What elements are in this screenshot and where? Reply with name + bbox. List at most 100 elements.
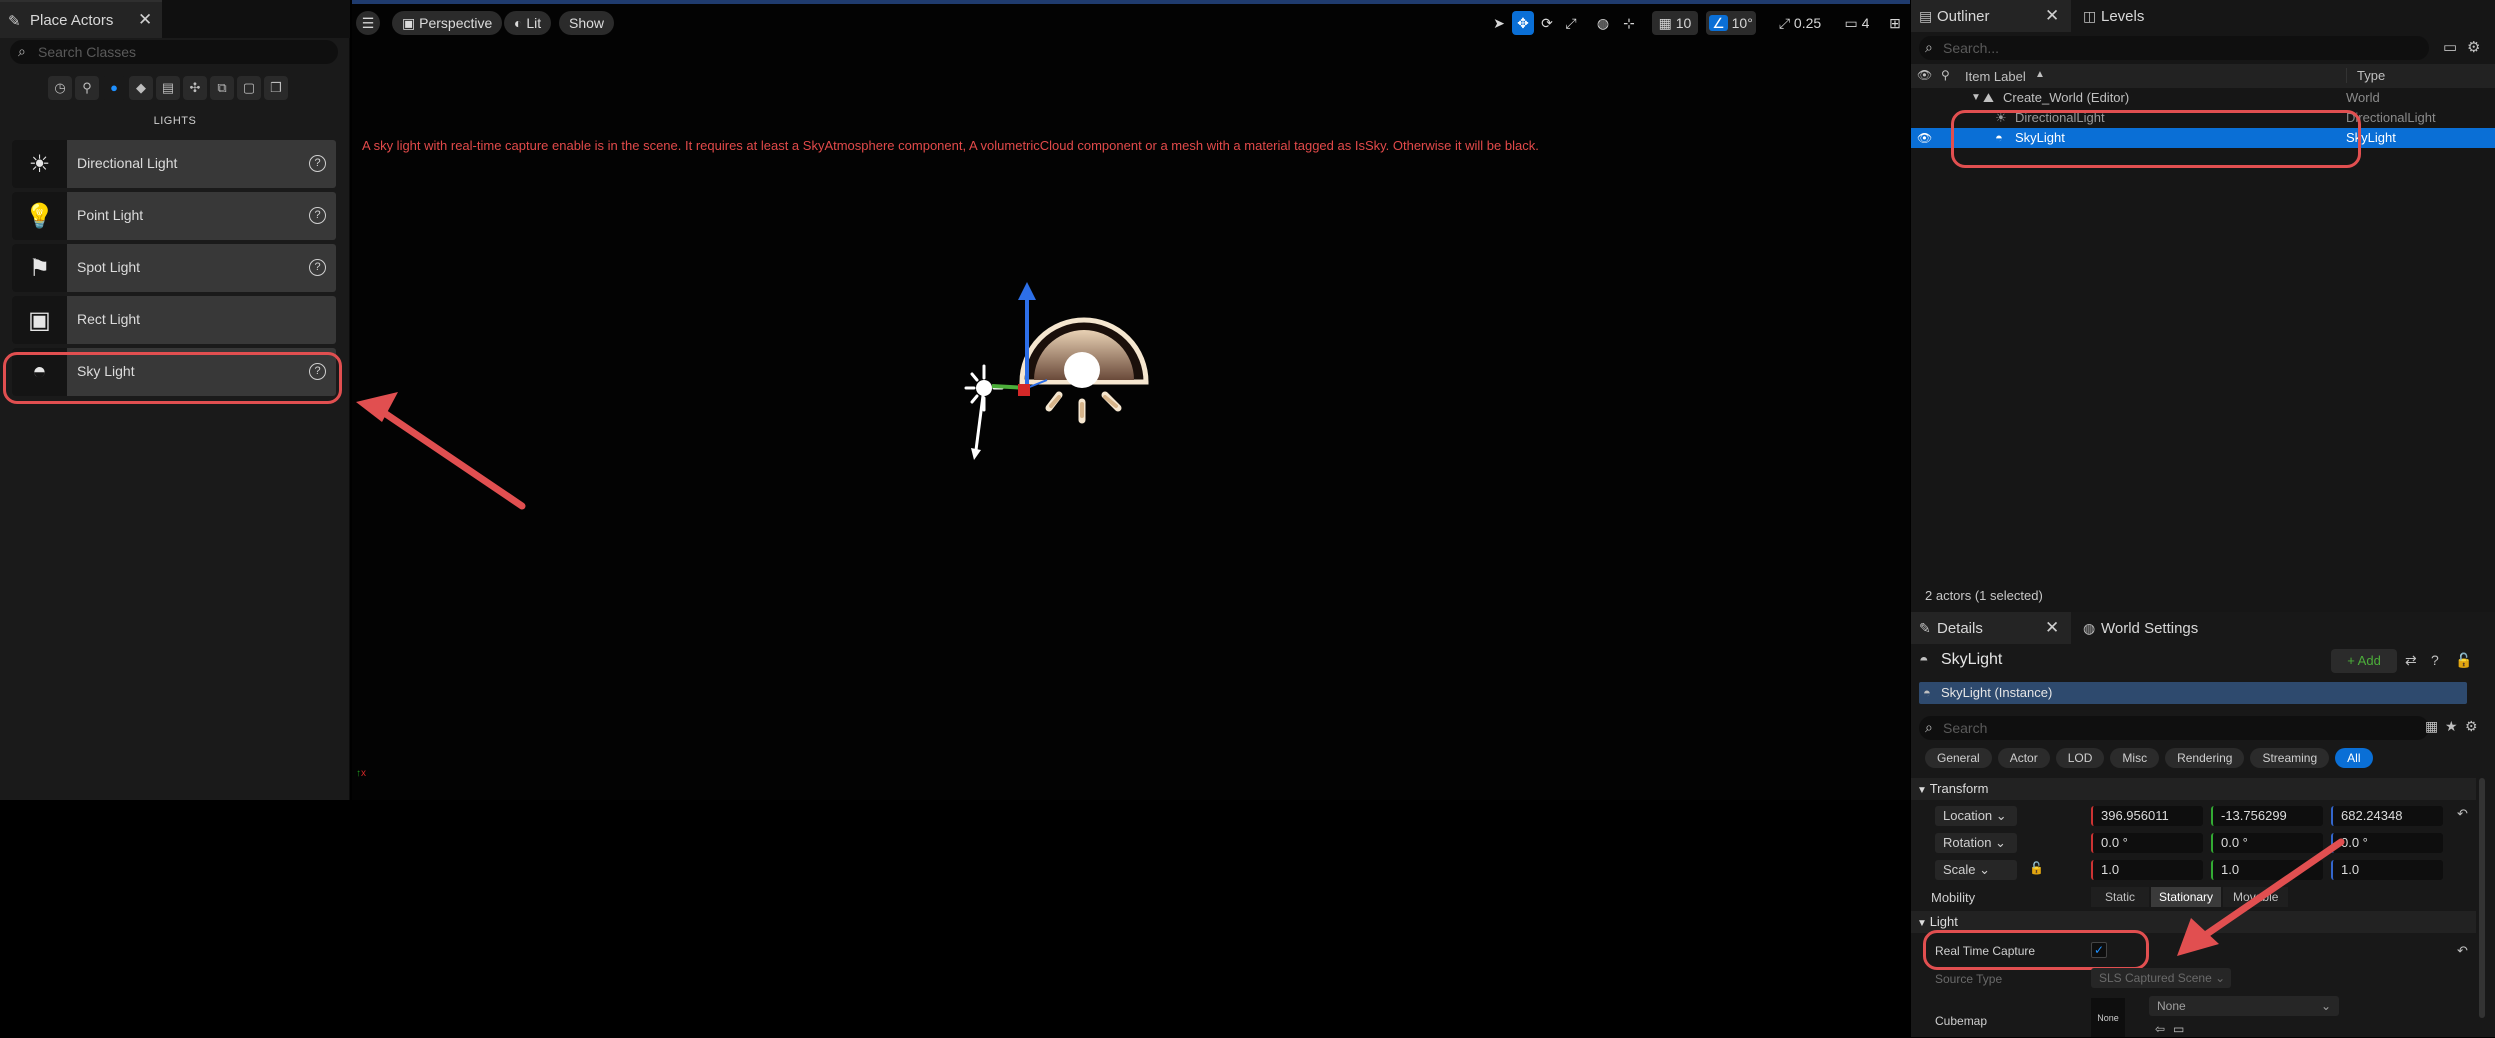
maximize-viewport-icon[interactable]: ⊞ [1884,11,1906,35]
list-item-point-light[interactable]: 💡 Point Light ? [12,192,336,240]
source-type-dropdown[interactable]: SLS Captured Scene ⌄ [2091,968,2231,988]
basic-icon[interactable]: ⚲ [75,76,99,100]
location-dropdown[interactable]: Location ⌄ [1935,806,2017,826]
help-icon[interactable]: ? [309,207,326,224]
actor-name[interactable]: SkyLight [1941,651,2002,669]
visibility-icon[interactable]: 👁 [1917,68,1932,82]
lit-button[interactable]: ◐ Lit [504,11,552,35]
source-type-value: SLS Captured Scene [2099,971,2212,985]
camera-speed-value: 4 [1861,15,1870,31]
grid-snap-button[interactable]: ▦ 10 [1652,11,1698,35]
add-component-button[interactable]: + Add [2331,649,2397,673]
location-y-field[interactable]: -13.756299 [2211,806,2323,826]
cubemap-thumbnail[interactable]: None [2091,998,2125,1037]
browse-icon[interactable]: ▭ [2173,1022,2184,1036]
lights-category-icon[interactable]: ● [102,76,126,100]
skylight-gizmo[interactable] [952,270,1152,470]
category-bar: ◷ ⚲ ● ◆ ▤ ✣ ⧉ ▢ ❒ [48,76,288,100]
scale-snap-button[interactable]: ⤢ 0.25 [1772,11,1828,35]
filter-streaming[interactable]: Streaming [2250,748,2330,768]
blueprint-icon[interactable]: ⇄ [2405,652,2417,669]
tab-levels[interactable]: ◫ Levels [2077,0,2187,32]
angle-snap-value: 10° [1731,15,1753,31]
section-transform[interactable]: ▼ Transform [1911,778,2476,800]
geometry-icon[interactable]: ⧉ [210,76,234,100]
place-actors-tab[interactable]: ✎ Place Actors ✕ [0,0,162,38]
favorites-icon[interactable]: ★ [2445,718,2458,735]
location-x-field[interactable]: 396.956011 [2091,806,2203,826]
reset-icon[interactable]: ↶ [2457,806,2468,822]
table-row[interactable]: ▼ ⛰ Create_World (Editor) World [1911,88,2495,108]
scale-dropdown[interactable]: Scale ⌄ [1935,860,2017,880]
filter-actor[interactable]: Actor [1997,748,2050,768]
rotation-dropdown[interactable]: Rotation ⌄ [1935,833,2017,853]
close-icon[interactable]: ✕ [2045,6,2059,26]
col-item-label[interactable]: Item Label [1965,69,2026,84]
angle-snap-button[interactable]: ∠ 10° [1706,11,1756,35]
details-tab-label: Details [1937,620,1983,637]
close-icon[interactable]: ✕ [2045,618,2059,638]
help-icon[interactable]: ? [2431,652,2439,668]
search-classes-input[interactable]: ⌕ Search Classes [10,40,338,64]
rotate-icon[interactable]: ⟳ [1536,11,1558,35]
tab-details[interactable]: ✎ Details ✕ [1911,612,2071,644]
help-icon[interactable]: ? [309,155,326,172]
details-scrollbar[interactable] [2479,778,2485,1018]
rect-light-icon: ▣ [12,296,67,344]
visibility-icon[interactable]: 👁 [1917,128,1932,148]
translate-icon[interactable]: ✥ [1512,11,1534,35]
close-icon[interactable]: ✕ [138,10,152,30]
show-button[interactable]: Show [559,11,615,35]
filter-bar: General Actor LOD Misc Rendering Streami… [1925,748,2373,768]
settings-icon[interactable]: ⚙ [2467,38,2480,56]
mobility-static[interactable]: Static [2091,887,2150,907]
pin-icon[interactable]: ⚲ [1941,68,1950,82]
volumes-icon[interactable]: ▢ [237,76,261,100]
annotation-arrow-details [2177,838,2345,956]
outliner-tab-label: Outliner [1937,8,1990,25]
cinematic-icon[interactable]: ▤ [156,76,180,100]
camera-speed-button[interactable]: ▭ 4 [1836,11,1878,35]
scale-icon[interactable]: ⤢ [1560,11,1582,35]
reset-icon[interactable]: ↶ [2457,943,2468,959]
select-mode-icon[interactable]: ➤ [1488,11,1510,35]
settings-icon[interactable]: ⚙ [2465,718,2478,735]
world-space-icon[interactable]: ◍ [1592,11,1614,35]
visual-effects-icon[interactable]: ✣ [183,76,207,100]
help-icon[interactable]: ? [309,259,326,276]
surface-snap-icon[interactable]: ⊹ [1618,11,1640,35]
filter-general[interactable]: General [1925,748,1992,768]
outliner-icon: ▤ [1919,8,1933,24]
list-item-spot-light[interactable]: ⚑ Spot Light ? [12,244,336,292]
directional-light-icon: ☀ [12,140,67,188]
filter-rendering[interactable]: Rendering [2165,748,2245,768]
all-classes-icon[interactable]: ❒ [264,76,288,100]
lock-icon[interactable]: 🔓 [2455,652,2472,669]
lock-icon[interactable]: 🔓 [2029,861,2044,875]
shapes-icon[interactable]: ◆ [129,76,153,100]
col-type[interactable]: Type [2346,68,2385,83]
filter-all[interactable]: All [2335,748,2373,768]
perspective-button[interactable]: ▣ Perspective [392,11,503,35]
tab-world-settings[interactable]: ◍ World Settings [2077,612,2217,644]
location-z-field[interactable]: 682.24348 [2331,806,2443,826]
viewport-menu-icon[interactable]: ☰ [356,11,380,35]
table-view-icon[interactable]: ▦ [2425,718,2438,735]
use-selected-icon[interactable]: ⇦ [2155,1022,2165,1036]
axis-indicator: ↑x [356,768,366,779]
details-search-input[interactable]: ⌕ Search [1919,716,2429,740]
cubemap-dropdown[interactable]: None ⌄ [2149,996,2339,1016]
component-row[interactable]: ◓ SkyLight (Instance) [1919,682,2467,704]
list-item-directional-light[interactable]: ☀ Directional Light ? [12,140,336,188]
filter-misc[interactable]: Misc [2110,748,2160,768]
recent-icon[interactable]: ◷ [48,76,72,100]
level-viewport[interactable]: ☰ ▣ Perspective ◐ Lit Show ➤ ✥ ⟳ ⤢ ◍ ⊹ ▦… [352,0,1910,800]
outliner-search-input[interactable]: ⌕ Search... [1919,36,2429,60]
expand-icon[interactable]: ▼ [1971,88,1981,108]
row-type: World [2346,90,2380,105]
list-item-rect-light[interactable]: ▣ Rect Light [12,296,336,344]
gizmo-x-axis [1018,384,1030,396]
add-folder-icon[interactable]: ▭ [2443,38,2457,56]
tab-outliner[interactable]: ▤ Outliner ✕ [1911,0,2071,32]
filter-lod[interactable]: LOD [2055,748,2105,768]
